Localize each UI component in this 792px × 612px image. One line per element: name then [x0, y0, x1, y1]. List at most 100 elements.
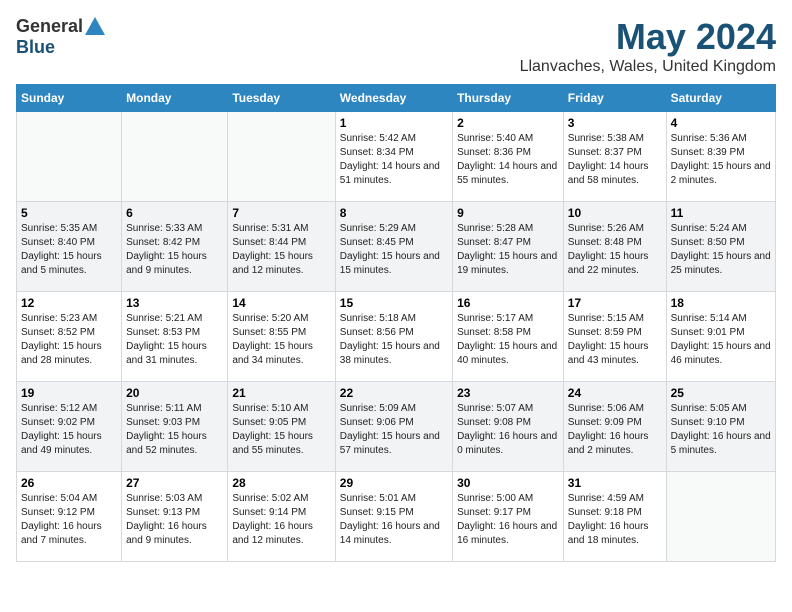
header-cell-sunday: Sunday — [17, 85, 122, 112]
day-number: 9 — [457, 206, 559, 220]
day-info: Sunrise: 5:14 AMSunset: 9:01 PMDaylight:… — [671, 312, 771, 368]
calendar-cell: 17Sunrise: 5:15 AMSunset: 8:59 PMDayligh… — [563, 292, 666, 382]
header-cell-wednesday: Wednesday — [335, 85, 452, 112]
title-block: May 2024 Llanvaches, Wales, United Kingd… — [520, 16, 776, 76]
day-number: 25 — [671, 386, 771, 400]
calendar-cell: 12 Sunrise: 5:23 AMSunset: 8:52 PMDayligh… — [17, 292, 122, 382]
day-info: Sunrise: 5:38 AMSunset: 8:37 PMDaylight:… — [568, 132, 662, 188]
day-info: Sunrise: 5:26 AMSunset: 8:48 PMDaylight:… — [568, 222, 662, 278]
calendar-cell: 23 Sunrise: 5:07 AMSunset: 9:08 PMDayligh… — [453, 382, 564, 472]
day-number: 18 — [671, 296, 771, 310]
day-number: 1 — [340, 116, 448, 130]
calendar-cell: 2 Sunrise: 5:40 AMSunset: 8:36 PMDaylight… — [453, 112, 564, 202]
day-number: 13 — [126, 296, 223, 310]
day-info: Sunrise: 5:40 AMSunset: 8:36 PMDaylight:… — [457, 132, 559, 188]
logo-blue: Blue — [16, 37, 55, 58]
logo: General Blue — [16, 16, 105, 58]
day-info: Sunrise: 5:28 AMSunset: 8:47 PMDaylight:… — [457, 222, 559, 278]
day-info: Sunrise: 5:18 AMSunset: 8:56 PMDaylight:… — [340, 312, 448, 368]
day-info: Sunrise: 5:33 AMSunset: 8:42 PMDaylight:… — [126, 222, 223, 278]
day-number: 5 — [21, 206, 117, 220]
day-number: 16 — [457, 296, 559, 310]
logo-triangle-icon — [85, 17, 105, 35]
calendar-cell: 22Sunrise: 5:09 AMSunset: 9:06 PMDayligh… — [335, 382, 452, 472]
day-number: 24 — [568, 386, 662, 400]
day-info: Sunrise: 5:24 AMSunset: 8:50 PMDaylight:… — [671, 222, 771, 278]
calendar-table: SundayMondayTuesdayWednesdayThursdayFrid… — [16, 84, 776, 562]
day-number: 19 — [21, 386, 117, 400]
day-info: Sunrise: 5:02 AMSunset: 9:14 PMDaylight:… — [232, 492, 330, 548]
calendar-cell: 9 Sunrise: 5:28 AMSunset: 8:47 PMDaylight… — [453, 202, 564, 292]
day-info: Sunrise: 5:35 AMSunset: 8:40 PMDaylight:… — [21, 222, 117, 278]
calendar-cell: 18 Sunrise: 5:14 AMSunset: 9:01 PMDayligh… — [666, 292, 775, 382]
day-info: Sunrise: 5:11 AMSunset: 9:03 PMDaylight:… — [126, 402, 223, 458]
calendar-cell: 5 Sunrise: 5:35 AMSunset: 8:40 PMDaylight… — [17, 202, 122, 292]
header-cell-saturday: Saturday — [666, 85, 775, 112]
calendar-cell — [122, 112, 228, 202]
calendar-cell: 24 Sunrise: 5:06 AMSunset: 9:09 PMDayligh… — [563, 382, 666, 472]
calendar-cell — [666, 472, 775, 562]
day-number: 4 — [671, 116, 771, 130]
calendar-cell: 31Sunrise: 4:59 AMSunset: 9:18 PMDayligh… — [563, 472, 666, 562]
day-info: Sunrise: 5:23 AMSunset: 8:52 PMDaylight:… — [21, 312, 117, 368]
week-row-4: 19Sunrise: 5:12 AMSunset: 9:02 PMDayligh… — [17, 382, 776, 472]
week-row-3: 12 Sunrise: 5:23 AMSunset: 8:52 PMDayligh… — [17, 292, 776, 382]
calendar-cell: 11 Sunrise: 5:24 AMSunset: 8:50 PMDayligh… — [666, 202, 775, 292]
day-info: Sunrise: 5:05 AMSunset: 9:10 PMDaylight:… — [671, 402, 771, 458]
day-number: 23 — [457, 386, 559, 400]
day-info: Sunrise: 5:07 AMSunset: 9:08 PMDaylight:… — [457, 402, 559, 458]
calendar-cell: 8 Sunrise: 5:29 AMSunset: 8:45 PMDaylight… — [335, 202, 452, 292]
day-info: Sunrise: 5:20 AMSunset: 8:55 PMDaylight:… — [232, 312, 330, 368]
day-info: Sunrise: 5:17 AMSunset: 8:58 PMDaylight:… — [457, 312, 559, 368]
day-number: 14 — [232, 296, 330, 310]
day-info: Sunrise: 5:42 AMSunset: 8:34 PMDaylight:… — [340, 132, 448, 188]
calendar-cell: 28 Sunrise: 5:02 AMSunset: 9:14 PMDayligh… — [228, 472, 335, 562]
page-header: General Blue May 2024 Llanvaches, Wales,… — [16, 16, 776, 76]
day-number: 10 — [568, 206, 662, 220]
day-number: 21 — [232, 386, 330, 400]
week-row-2: 5 Sunrise: 5:35 AMSunset: 8:40 PMDaylight… — [17, 202, 776, 292]
day-number: 11 — [671, 206, 771, 220]
header-cell-tuesday: Tuesday — [228, 85, 335, 112]
day-number: 17 — [568, 296, 662, 310]
day-number: 31 — [568, 476, 662, 490]
week-row-1: 1 Sunrise: 5:42 AMSunset: 8:34 PMDaylight… — [17, 112, 776, 202]
day-number: 8 — [340, 206, 448, 220]
calendar-cell: 30 Sunrise: 5:00 AMSunset: 9:17 PMDayligh… — [453, 472, 564, 562]
calendar-cell: 14 Sunrise: 5:20 AMSunset: 8:55 PMDayligh… — [228, 292, 335, 382]
calendar-cell — [228, 112, 335, 202]
calendar-cell — [17, 112, 122, 202]
day-number: 26 — [21, 476, 117, 490]
header-cell-monday: Monday — [122, 85, 228, 112]
header-row: SundayMondayTuesdayWednesdayThursdayFrid… — [17, 85, 776, 112]
day-info: Sunrise: 5:00 AMSunset: 9:17 PMDaylight:… — [457, 492, 559, 548]
calendar-cell: 3Sunrise: 5:38 AMSunset: 8:37 PMDaylight… — [563, 112, 666, 202]
calendar-cell: 21 Sunrise: 5:10 AMSunset: 9:05 PMDayligh… — [228, 382, 335, 472]
subtitle: Llanvaches, Wales, United Kingdom — [520, 58, 776, 76]
day-number: 29 — [340, 476, 448, 490]
day-number: 28 — [232, 476, 330, 490]
day-info: Sunrise: 5:29 AMSunset: 8:45 PMDaylight:… — [340, 222, 448, 278]
calendar-cell: 16 Sunrise: 5:17 AMSunset: 8:58 PMDayligh… — [453, 292, 564, 382]
calendar-cell: 4Sunrise: 5:36 AMSunset: 8:39 PMDaylight… — [666, 112, 775, 202]
day-number: 2 — [457, 116, 559, 130]
day-info: Sunrise: 5:03 AMSunset: 9:13 PMDaylight:… — [126, 492, 223, 548]
day-number: 12 — [21, 296, 117, 310]
day-info: Sunrise: 5:21 AMSunset: 8:53 PMDaylight:… — [126, 312, 223, 368]
calendar-cell: 19Sunrise: 5:12 AMSunset: 9:02 PMDayligh… — [17, 382, 122, 472]
calendar-cell: 29Sunrise: 5:01 AMSunset: 9:15 PMDayligh… — [335, 472, 452, 562]
day-number: 30 — [457, 476, 559, 490]
day-info: Sunrise: 5:10 AMSunset: 9:05 PMDaylight:… — [232, 402, 330, 458]
calendar-cell: 15 Sunrise: 5:18 AMSunset: 8:56 PMDayligh… — [335, 292, 452, 382]
calendar-cell: 7Sunrise: 5:31 AMSunset: 8:44 PMDaylight… — [228, 202, 335, 292]
calendar-cell: 13 Sunrise: 5:21 AMSunset: 8:53 PMDayligh… — [122, 292, 228, 382]
day-info: Sunrise: 5:06 AMSunset: 9:09 PMDaylight:… — [568, 402, 662, 458]
main-title: May 2024 — [520, 16, 776, 58]
calendar-cell: 6Sunrise: 5:33 AMSunset: 8:42 PMDaylight… — [122, 202, 228, 292]
header-cell-thursday: Thursday — [453, 85, 564, 112]
calendar-cell: 10 Sunrise: 5:26 AMSunset: 8:48 PMDayligh… — [563, 202, 666, 292]
calendar-cell: 20Sunrise: 5:11 AMSunset: 9:03 PMDayligh… — [122, 382, 228, 472]
calendar-cell: 25 Sunrise: 5:05 AMSunset: 9:10 PMDayligh… — [666, 382, 775, 472]
day-number: 15 — [340, 296, 448, 310]
day-number: 7 — [232, 206, 330, 220]
